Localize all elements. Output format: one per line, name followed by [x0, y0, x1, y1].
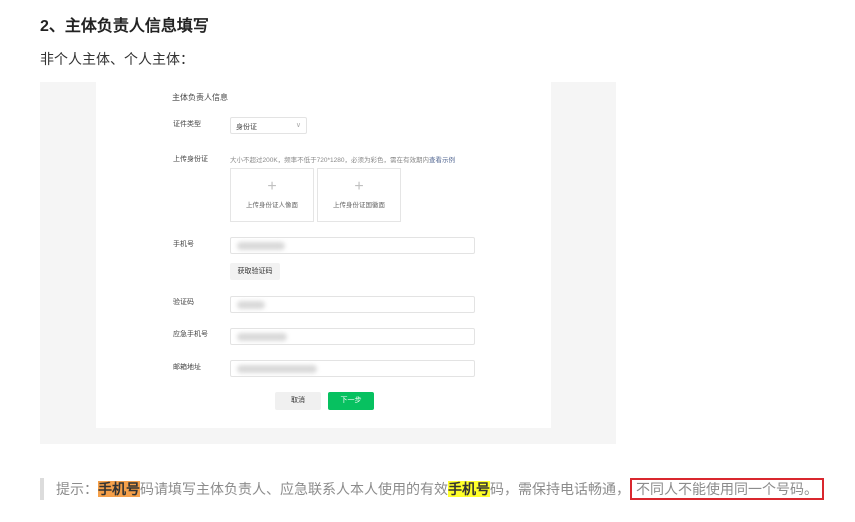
- responsible-person-form: 主体负责人信息 证件类型 身份证 ∨ 上传身份证 大小不超过200K，频率不低于…: [96, 82, 551, 428]
- get-code-button[interactable]: 获取验证码: [230, 263, 280, 280]
- upload-back-button[interactable]: + 上传身份证国徽面: [317, 168, 401, 222]
- code-input[interactable]: [230, 296, 475, 313]
- tip-prefix: 提示：: [56, 481, 98, 497]
- highlight-phone-1: 手机号: [98, 481, 140, 497]
- code-label: 验证码: [173, 299, 194, 306]
- highlight-phone-2: 手机号: [448, 481, 490, 497]
- blurred-value: [237, 333, 287, 341]
- plus-icon: +: [354, 178, 364, 195]
- id-type-select[interactable]: 身份证 ∨: [230, 117, 307, 134]
- view-example-link[interactable]: 查看示例: [429, 157, 455, 164]
- cancel-button[interactable]: 取消: [275, 392, 321, 410]
- upload-hint: 大小不超过200K，频率不低于720*1280，必须为彩色，需在有效期内查看示例: [230, 154, 455, 164]
- phone-input[interactable]: [230, 237, 475, 254]
- blurred-value: [237, 365, 317, 373]
- email-input[interactable]: [230, 360, 475, 377]
- phone-label: 手机号: [173, 241, 194, 248]
- upload-front-label: 上传身份证人像面: [246, 202, 298, 209]
- emergency-phone-input[interactable]: [230, 328, 475, 345]
- emergency-phone-label: 应急手机号: [173, 331, 208, 338]
- plus-icon: +: [267, 178, 277, 195]
- upload-hint-text: 大小不超过200K，频率不低于720*1280，必须为彩色，需在有效期内: [230, 157, 430, 164]
- tip-suffix: 码，需保持电话畅通，: [490, 481, 630, 497]
- tip-middle: 码请填写主体负责人、应急联系人本人使用的有效: [140, 481, 448, 497]
- upload-front-button[interactable]: + 上传身份证人像面: [230, 168, 314, 222]
- form-section-title: 主体负责人信息: [172, 93, 228, 102]
- blurred-value: [237, 242, 285, 250]
- chevron-down-icon: ∨: [295, 122, 301, 129]
- id-type-value: 身份证: [236, 124, 257, 131]
- annotated-warning: 不同人不能使用同一个号码。: [630, 478, 824, 500]
- subtitle: 非个人主体、个人主体：: [40, 51, 194, 67]
- blurred-value: [237, 301, 265, 309]
- upload-id-label: 上传身份证: [173, 156, 208, 163]
- tip-blockquote: 提示：手机号码请填写主体负责人、应急联系人本人使用的有效手机号码，需保持电话畅通…: [40, 478, 824, 500]
- email-label: 邮箱地址: [173, 364, 201, 371]
- upload-back-label: 上传身份证国徽面: [333, 202, 385, 209]
- section-heading: 2、主体负责人信息填写: [40, 18, 209, 35]
- next-step-button[interactable]: 下一步: [328, 392, 374, 410]
- screenshot-figure: 主体负责人信息 证件类型 身份证 ∨ 上传身份证 大小不超过200K，频率不低于…: [40, 82, 616, 444]
- id-type-label: 证件类型: [173, 121, 201, 128]
